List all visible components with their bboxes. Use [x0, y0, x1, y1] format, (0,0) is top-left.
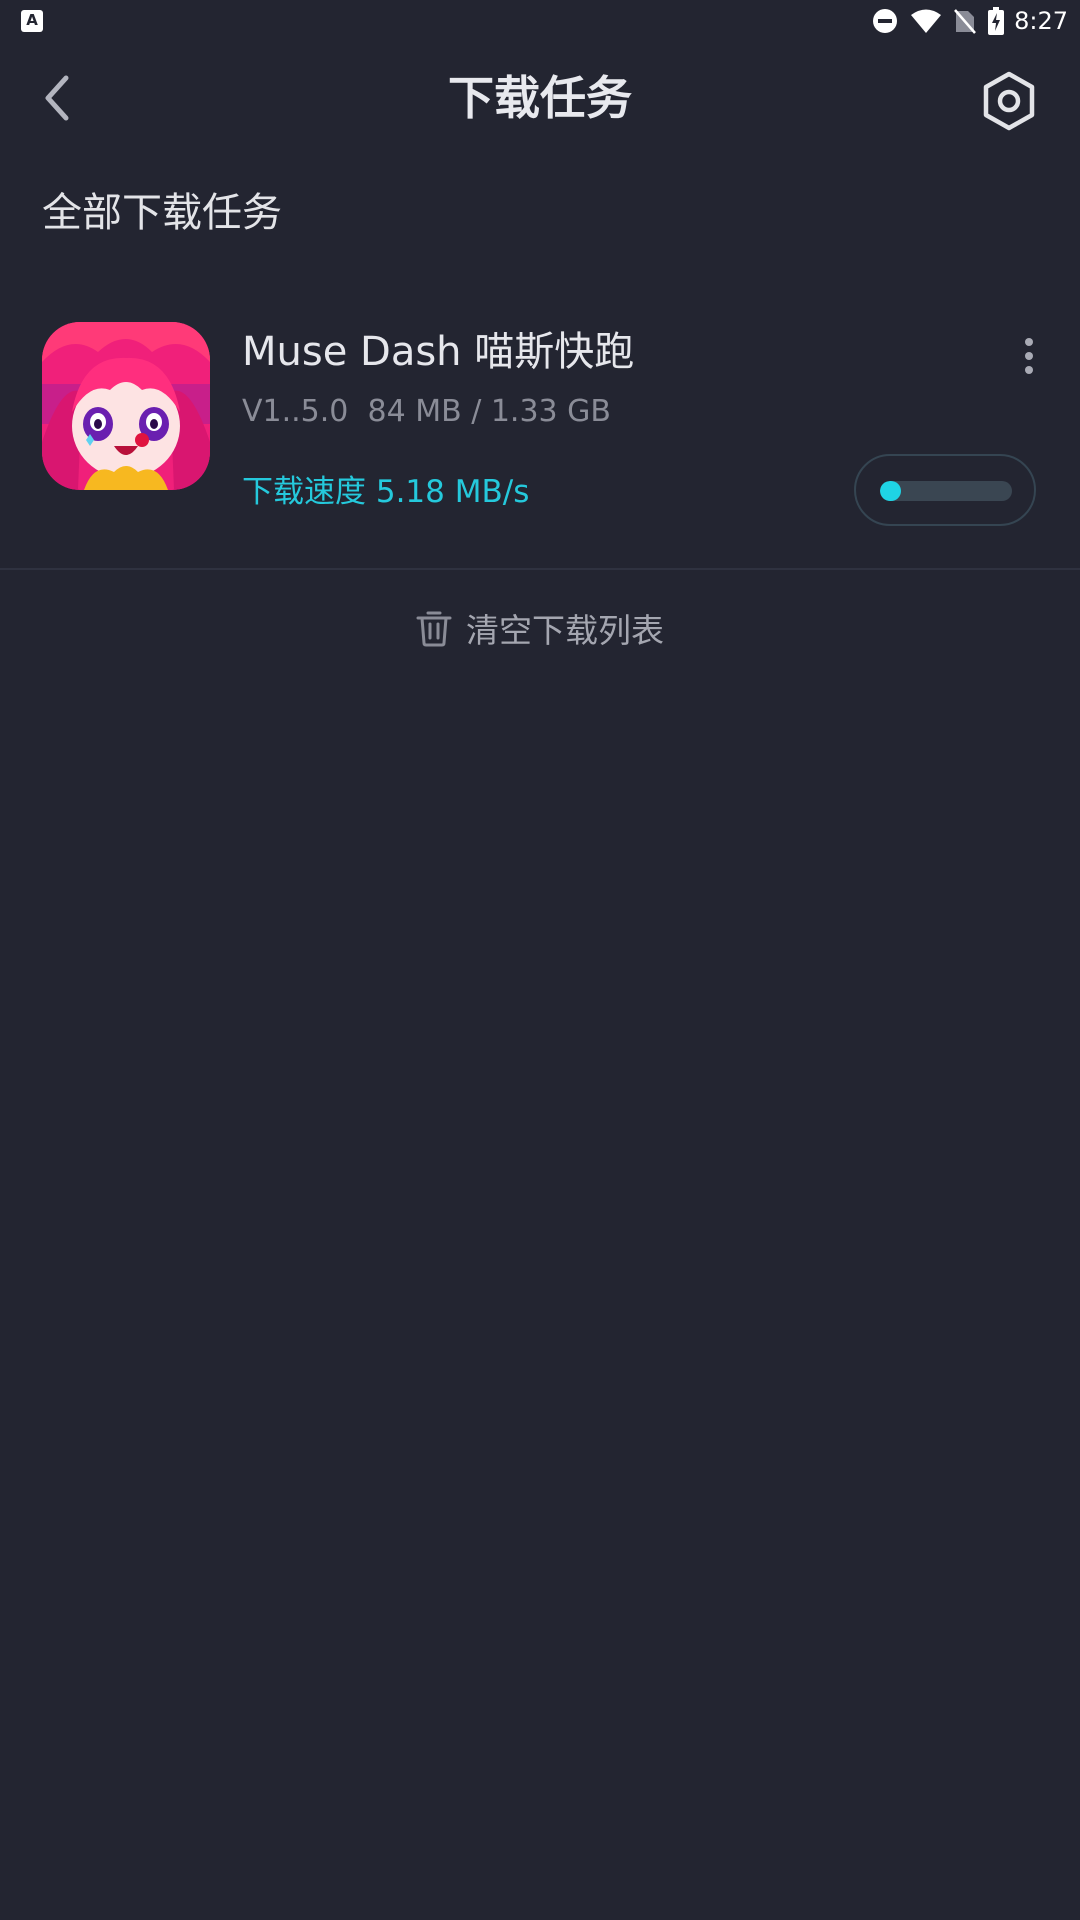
clear-download-list-label: 清空下载列表: [466, 611, 664, 650]
download-speed: 下载速度 5.18 MB/s: [242, 474, 530, 510]
section-title: 全部下载任务: [42, 190, 282, 236]
page-title: 下载任务: [448, 71, 632, 125]
app-name: Muse Dash 喵斯快跑: [242, 329, 635, 375]
do-not-disturb-icon: [873, 9, 898, 33]
app-size-info: V1..5.0 84 MB / 1.33 GB: [242, 390, 611, 434]
download-task-item[interactable]: Muse Dash 喵斯快跑 V1..5.0 84 MB / 1.33 GB 下…: [0, 300, 1080, 568]
dot-icon: [1025, 338, 1033, 346]
app-version: V1..5.0: [242, 394, 349, 429]
download-size: 84 MB / 1.33 GB: [367, 394, 611, 429]
wifi-icon: [911, 9, 942, 33]
more-options-button[interactable]: [1014, 332, 1044, 376]
trash-icon: [416, 611, 452, 647]
no-sim-icon: [954, 9, 977, 34]
hexagon-settings-icon: [983, 71, 1035, 131]
dot-icon: [1025, 352, 1033, 360]
muse-dash-artwork: [42, 322, 210, 490]
divider: [0, 568, 1080, 570]
app-icon: [42, 322, 210, 490]
battery-charging-icon: [988, 7, 1005, 35]
status-time: 8:27: [1014, 7, 1068, 35]
download-progress-button[interactable]: [854, 454, 1036, 526]
status-icons: 8:27: [860, 7, 1068, 35]
download-tasks-screen: A 8:27 下载任务 全部下载任务 Muse Dash 喵斯快跑 V1..5.…: [0, 0, 1080, 1920]
clear-download-list-button[interactable]: 清空下载列表: [0, 598, 1080, 658]
header: 下载任务: [0, 52, 1080, 144]
a-letter-icon: A: [21, 10, 43, 32]
settings-button[interactable]: [976, 68, 1042, 134]
progress-track: [880, 481, 1012, 501]
dot-icon: [1025, 366, 1033, 374]
status-bar: A 8:27: [0, 0, 1080, 42]
progress-fill: [880, 481, 902, 501]
